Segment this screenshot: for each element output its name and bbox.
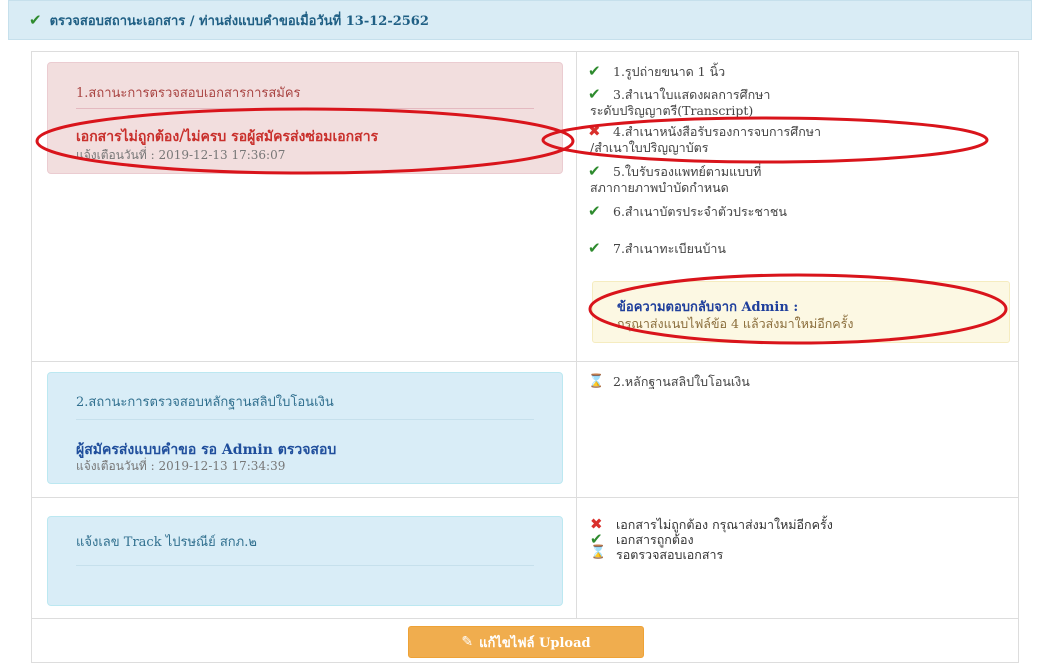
check-icon: ✔ — [29, 11, 42, 29]
hourglass-icon: ⌛ — [588, 374, 605, 389]
notice-timestamp: แจ้งเตือนวันที่ : 2019-12-13 17:34:39 — [76, 459, 286, 473]
legend-label: รอตรวจสอบเอกสาร — [616, 547, 724, 562]
edit-icon: ✎ — [461, 634, 474, 650]
row-divider — [31, 361, 1019, 362]
divider — [76, 565, 534, 566]
section-heading: แจ้งเลข Track ไปรษณีย์ สกภ.๒ — [76, 535, 257, 550]
payment-label: 2.หลักฐานสลิปใบโอนเงิน — [613, 374, 750, 389]
document-label: 3.สำเนาใบแสดงผลการศึกษา — [613, 87, 771, 102]
document-label: 6.สำเนาบัตรประจำตัวประชาชน — [613, 204, 787, 219]
document-label: 7.สำเนาทะเบียนบ้าน — [613, 241, 726, 256]
notice-timestamp: แจ้งเตือนวันที่ : 2019-12-13 17:36:07 — [76, 148, 286, 162]
column-divider — [576, 51, 577, 618]
edit-upload-button[interactable]: ✎ แก้ไขไฟล์ Upload — [408, 626, 644, 658]
check-icon: ✔ — [588, 162, 601, 180]
document-label: 1.รูปถ่ายขนาด 1 นิ้ว — [613, 64, 726, 79]
status-text: เอกสารไม่ถูกต้อง/ไม่ครบ รอผู้สมัครส่งซ่อ… — [76, 129, 379, 145]
row-divider — [31, 497, 1019, 498]
check-icon: ✔ — [588, 85, 601, 103]
document-label-cont: /สำเนาใบปริญญาบัตร — [590, 140, 709, 155]
divider — [76, 108, 534, 109]
admin-message-body: กรุณาส่งแนบไฟล์ข้อ 4 แล้วส่งมาใหม่อีกครั… — [617, 316, 854, 331]
document-label: 4.สำเนาหนังสือรับรองการจบการศึกษา — [613, 124, 822, 139]
section-heading: 2.สถานะการตรวจสอบหลักฐานสลิปใบโอนเงิน — [76, 395, 334, 410]
track-panel: แจ้งเลข Track ไปรษณีย์ สกภ.๒ — [47, 516, 563, 606]
hourglass-icon: ⌛ — [590, 545, 607, 560]
document-label-cont: ระดับปริญญาตรี(Transcript) — [590, 103, 754, 118]
edit-upload-label: แก้ไขไฟล์ Upload — [479, 635, 591, 651]
document-label-cont: สภากายภาพบำบัดกำหนด — [590, 180, 729, 195]
cross-icon: ✖ — [588, 122, 601, 140]
admin-message: ข้อความตอบกลับจาก Admin : กรุณาส่งแนบไฟล… — [592, 281, 1010, 343]
section-heading: 1.สถานะการตรวจสอบเอกสารการสมัคร — [76, 86, 301, 101]
page-title: ตรวจสอบสถานะเอกสาร / ท่านส่งแบบคำขอเมื่อ… — [49, 13, 429, 29]
check-icon: ✔ — [588, 202, 601, 220]
document-label: 5.ใบรับรองแพทย์ตามแบบที่ — [613, 164, 762, 179]
page-header: ✔ ตรวจสอบสถานะเอกสาร / ท่านส่งแบบคำขอเมื… — [8, 0, 1032, 40]
check-icon: ✔ — [588, 239, 601, 257]
check-icon: ✔ — [588, 62, 601, 80]
document-status-panel: 1.สถานะการตรวจสอบเอกสารการสมัคร เอกสารไม… — [47, 62, 563, 174]
row-divider — [31, 618, 1019, 619]
divider — [76, 419, 534, 420]
payment-status-panel: 2.สถานะการตรวจสอบหลักฐานสลิปใบโอนเงิน ผู… — [47, 372, 563, 484]
